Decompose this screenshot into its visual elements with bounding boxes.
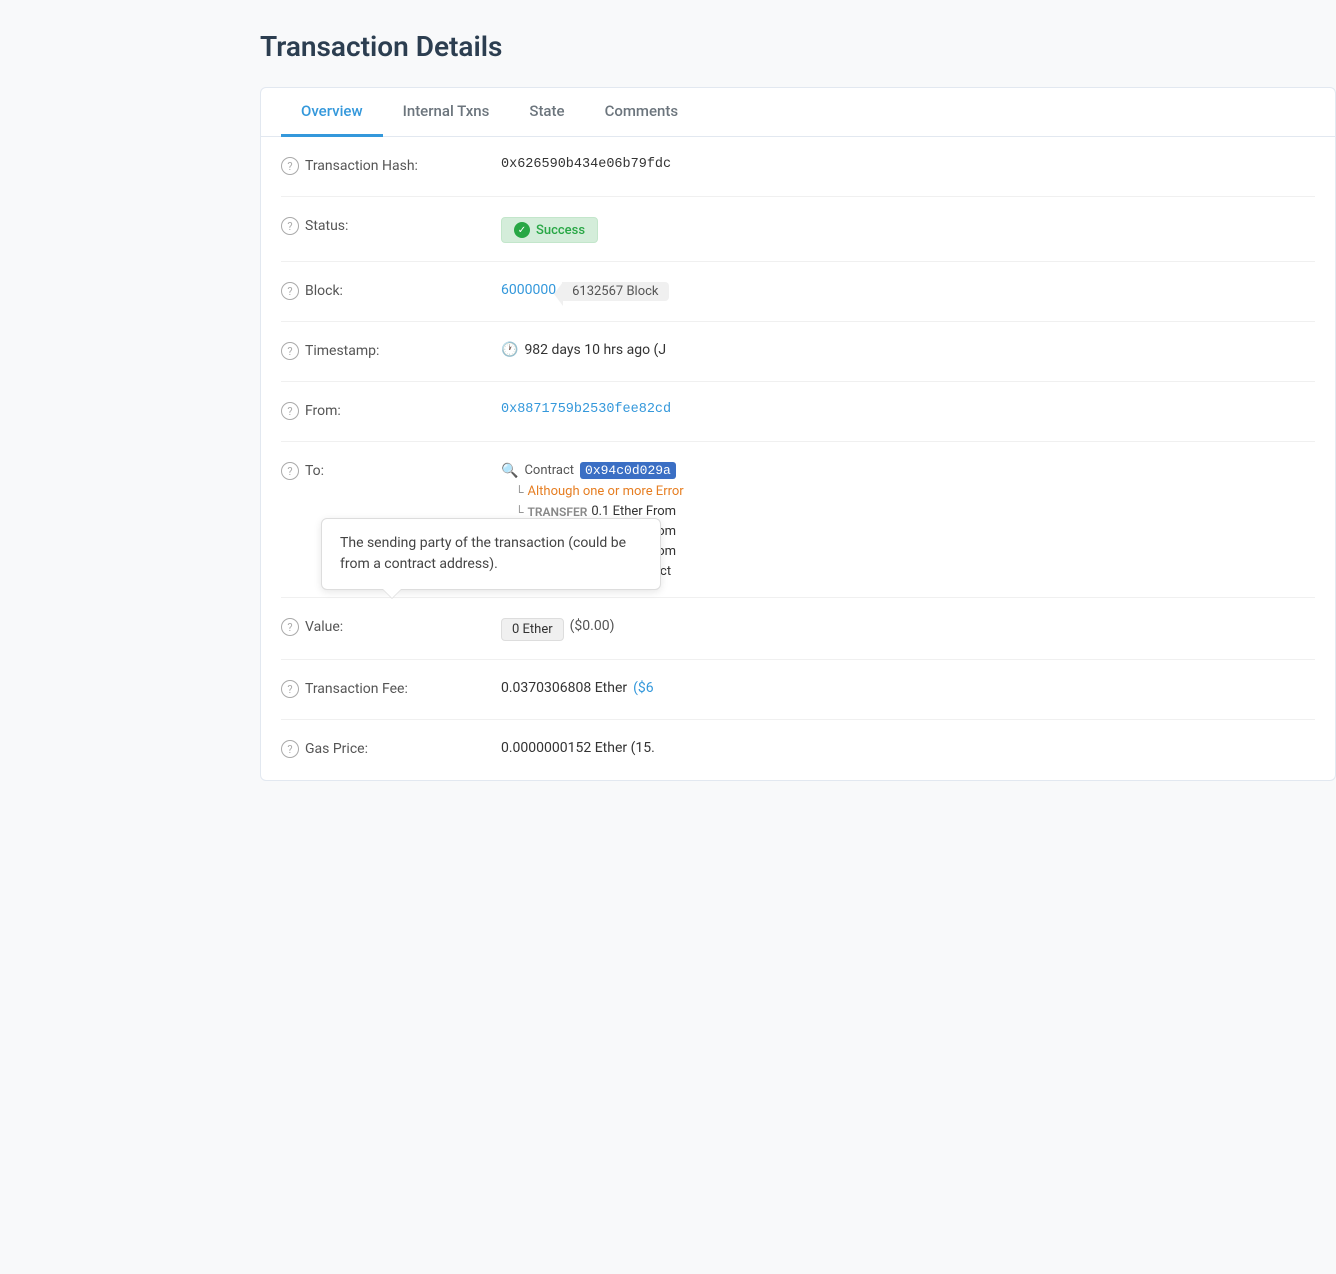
timestamp-label: ? Timestamp:: [281, 340, 501, 360]
transaction-hash-value: 0x626590b434e06b79fdc: [501, 155, 1315, 172]
value-row: ? Value: 0 Ether ($0.00): [281, 598, 1315, 660]
transaction-hash-help-icon[interactable]: ?: [281, 157, 299, 175]
from-label: ? From:: [281, 400, 501, 420]
contract-label: Contract: [524, 463, 574, 478]
tab-overview[interactable]: Overview: [281, 88, 383, 137]
status-value: ✓ Success: [501, 215, 1315, 243]
timestamp-value: 🕐 982 days 10 hrs ago (J: [501, 340, 1315, 358]
transaction-fee-value: 0.0370306808 Ether ($6: [501, 678, 1315, 696]
tab-internal-txns[interactable]: Internal Txns: [383, 88, 510, 137]
page-title: Transaction Details: [260, 30, 1336, 63]
gas-price-label: ? Gas Price:: [281, 738, 501, 758]
value-label: ? Value:: [281, 616, 501, 636]
clock-icon: 🕐: [501, 342, 518, 358]
block-value: 6000000 6132567 Block: [501, 280, 1315, 301]
value-badge: 0 Ether: [501, 618, 564, 641]
transaction-fee-label: ? Transaction Fee:: [281, 678, 501, 698]
arrow-icon-transfer-1: └: [515, 505, 524, 519]
value-help-icon[interactable]: ?: [281, 618, 299, 636]
gas-price-row: ? Gas Price: 0.0000000152 Ether (15.: [281, 720, 1315, 780]
tab-state[interactable]: State: [509, 88, 584, 137]
arrow-icon-error: └: [515, 485, 524, 499]
from-address[interactable]: 0x8871759b2530fee82cd: [501, 402, 671, 417]
status-help-icon[interactable]: ?: [281, 217, 299, 235]
from-value: 0x8871759b2530fee82cd: [501, 400, 1315, 417]
status-badge: ✓ Success: [501, 217, 598, 243]
transaction-hash-label: ? Transaction Hash:: [281, 155, 501, 175]
from-row: ? From: 0x8871759b2530fee82cd: [281, 382, 1315, 442]
block-row: ? Block: 6000000 6132567 Block: [281, 262, 1315, 322]
block-help-icon[interactable]: ?: [281, 282, 299, 300]
transaction-details-card: The sending party of the transaction (co…: [260, 87, 1336, 781]
status-row: ? Status: ✓ Success: [281, 197, 1315, 262]
timestamp-help-icon[interactable]: ?: [281, 342, 299, 360]
block-number[interactable]: 6000000: [501, 282, 556, 298]
hash-text: 0x626590b434e06b79fdc: [501, 157, 671, 172]
block-confirmations: 6132567 Block: [562, 282, 668, 301]
to-error-line: └ Although one or more Error: [501, 484, 684, 499]
timestamp-row: ? Timestamp: 🕐 982 days 10 hrs ago (J: [281, 322, 1315, 382]
to-contract-line: 🔍 Contract 0x94c0d029a: [501, 462, 676, 479]
to-label: ? To:: [281, 460, 501, 480]
detail-rows: ? Transaction Hash: 0x626590b434e06b79fd…: [261, 137, 1335, 780]
transaction-hash-row: ? Transaction Hash: 0x626590b434e06b79fd…: [281, 137, 1315, 197]
check-icon: ✓: [514, 222, 530, 238]
tab-comments[interactable]: Comments: [585, 88, 699, 137]
transaction-fee-row: ? Transaction Fee: 0.0370306808 Ether ($…: [281, 660, 1315, 720]
to-transfer-line-1: └ TRANSFER 0.1 Ether From: [501, 504, 676, 519]
value-value: 0 Ether ($0.00): [501, 616, 1315, 641]
transaction-fee-help-icon[interactable]: ?: [281, 680, 299, 698]
value-usd: ($0.00): [570, 618, 615, 634]
contract-magnifier-icon: 🔍: [501, 463, 518, 479]
transfer-amount-1: 0.1 Ether From: [591, 504, 676, 519]
block-confirmations-wrap: 6132567 Block: [562, 282, 668, 301]
tabs-container: Overview Internal Txns State Comments: [261, 88, 1335, 137]
block-label: ? Block:: [281, 280, 501, 300]
contract-address[interactable]: 0x94c0d029a: [580, 462, 676, 479]
tooltip-box: The sending party of the transaction (co…: [321, 518, 661, 590]
status-label: ? Status:: [281, 215, 501, 235]
fee-amount: 0.0370306808 Ether: [501, 680, 627, 696]
tooltip-text: The sending party of the transaction (co…: [340, 535, 626, 572]
gas-price-help-icon[interactable]: ?: [281, 740, 299, 758]
from-help-icon[interactable]: ?: [281, 402, 299, 420]
gas-price-amount: 0.0000000152 Ether (15.: [501, 740, 655, 756]
error-text: Although one or more Error: [528, 484, 684, 499]
to-help-icon[interactable]: ?: [281, 462, 299, 480]
fee-usd: ($6: [633, 680, 654, 696]
gas-price-value: 0.0000000152 Ether (15.: [501, 738, 1315, 756]
transfer-label-1: TRANSFER: [528, 505, 588, 519]
